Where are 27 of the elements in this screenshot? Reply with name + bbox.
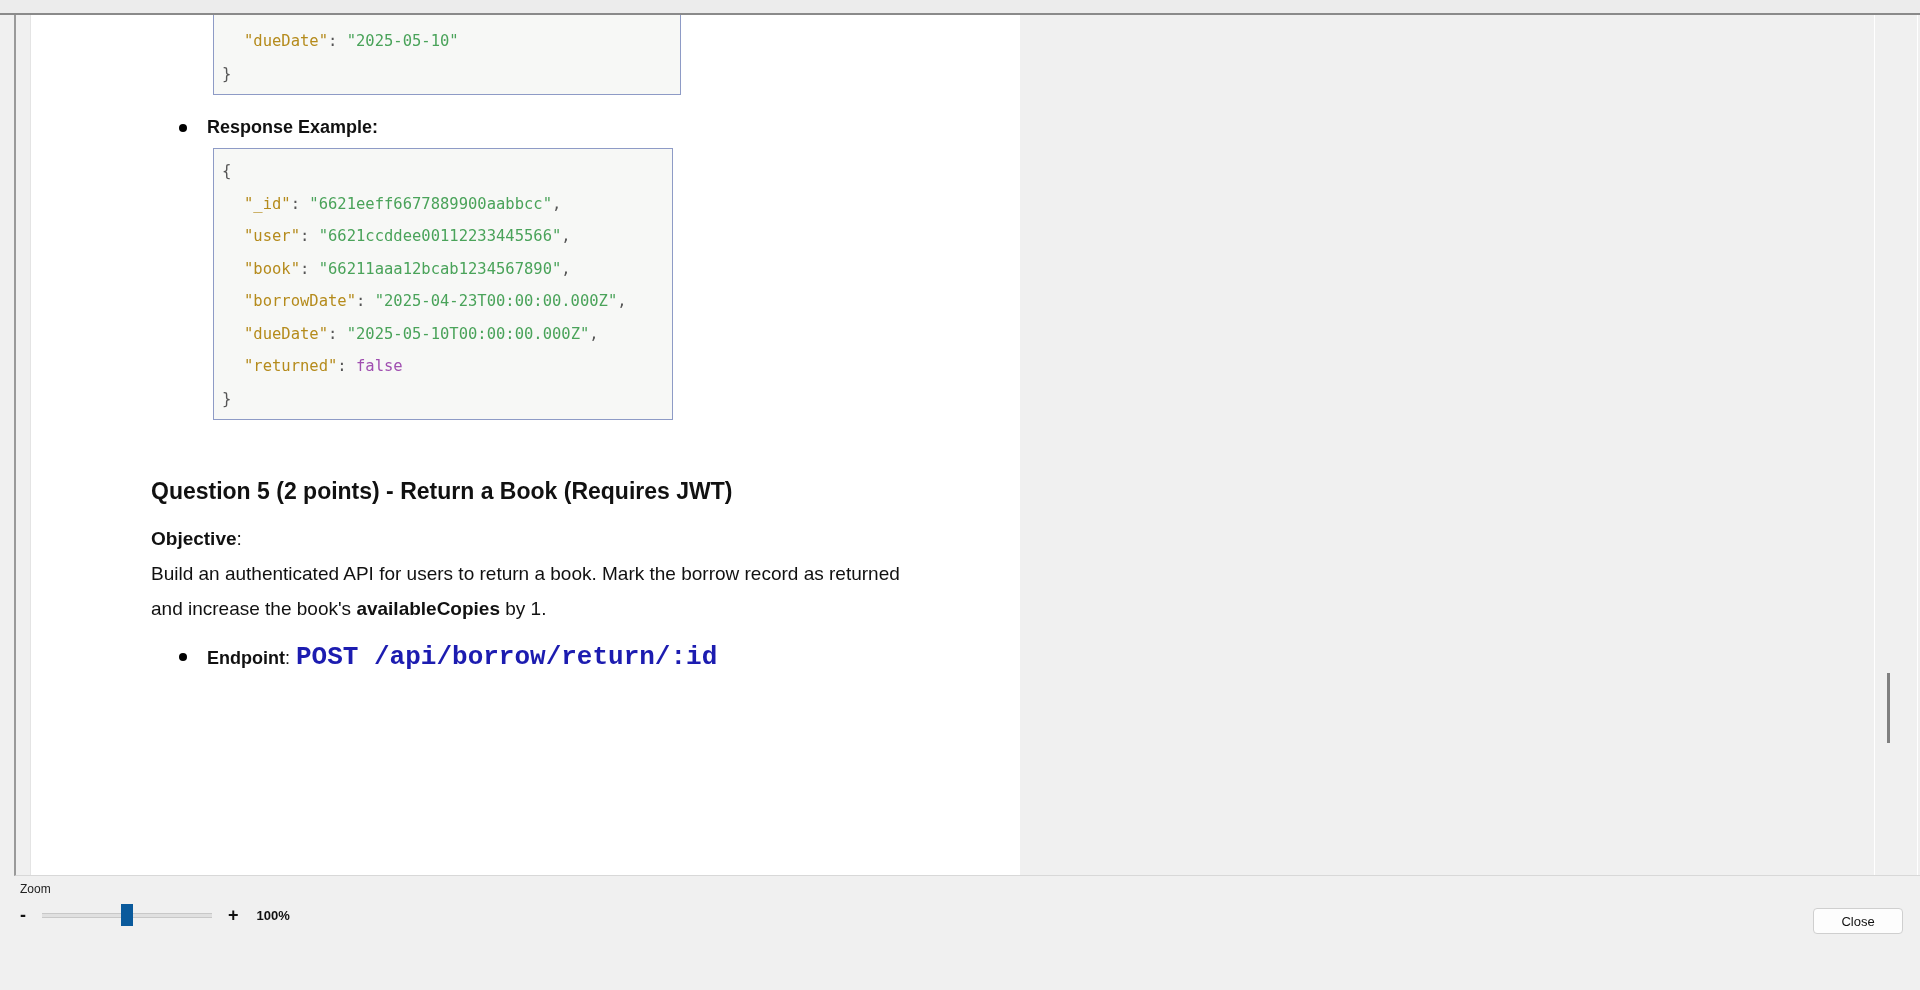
- zoom-in-button[interactable]: +: [228, 904, 239, 926]
- scrollbar-thumb[interactable]: [1887, 673, 1890, 743]
- endpoint-code: POST /api/borrow/return/:id: [296, 642, 718, 672]
- slider-thumb[interactable]: [121, 904, 133, 926]
- scrollbar[interactable]: [1874, 15, 1918, 875]
- code-line: }: [222, 63, 233, 85]
- zoom-reading: 100%: [256, 907, 290, 923]
- code-line: "dueDate": "2025-05-10": [243, 31, 460, 52]
- paragraph-text: Objective:: [151, 528, 242, 549]
- paragraph-text: Build an authenticated API for users to return a book. Mark the borrow record as returned: [151, 563, 900, 584]
- code-line: "dueDate": "2025-05-10T00:00:00.000Z",: [243, 323, 600, 345]
- zoom-out-button[interactable]: -: [20, 904, 26, 926]
- code-line: "book": "66211aaa12bcab1234567890",: [243, 258, 572, 280]
- bullet-icon: [179, 653, 187, 661]
- zoom-label: Zoom: [20, 882, 52, 896]
- code-line: {: [222, 161, 233, 182]
- code-line: }: [222, 388, 233, 410]
- code-line: "_id": "6621eeff6677889900aabbcc",: [243, 193, 563, 215]
- code-line: "user": "6621ccddee00112233445566",: [243, 226, 572, 247]
- paragraph-text: and increase the book's availableCopies by 1.: [151, 598, 547, 619]
- bullet-icon: [179, 123, 187, 132]
- code-line: "returned": false: [243, 356, 404, 377]
- bullet-label: Response Example:: [207, 117, 379, 138]
- code-line: "borrowDate": "2025-04-23T00:00:00.000Z",: [243, 291, 628, 312]
- close-button[interactable]: Close: [1813, 908, 1903, 934]
- endpoint-label: Endpoint:: [207, 648, 290, 669]
- question-heading: Question 5 (2 points) - Return a Book (Requires JWT): [151, 478, 734, 505]
